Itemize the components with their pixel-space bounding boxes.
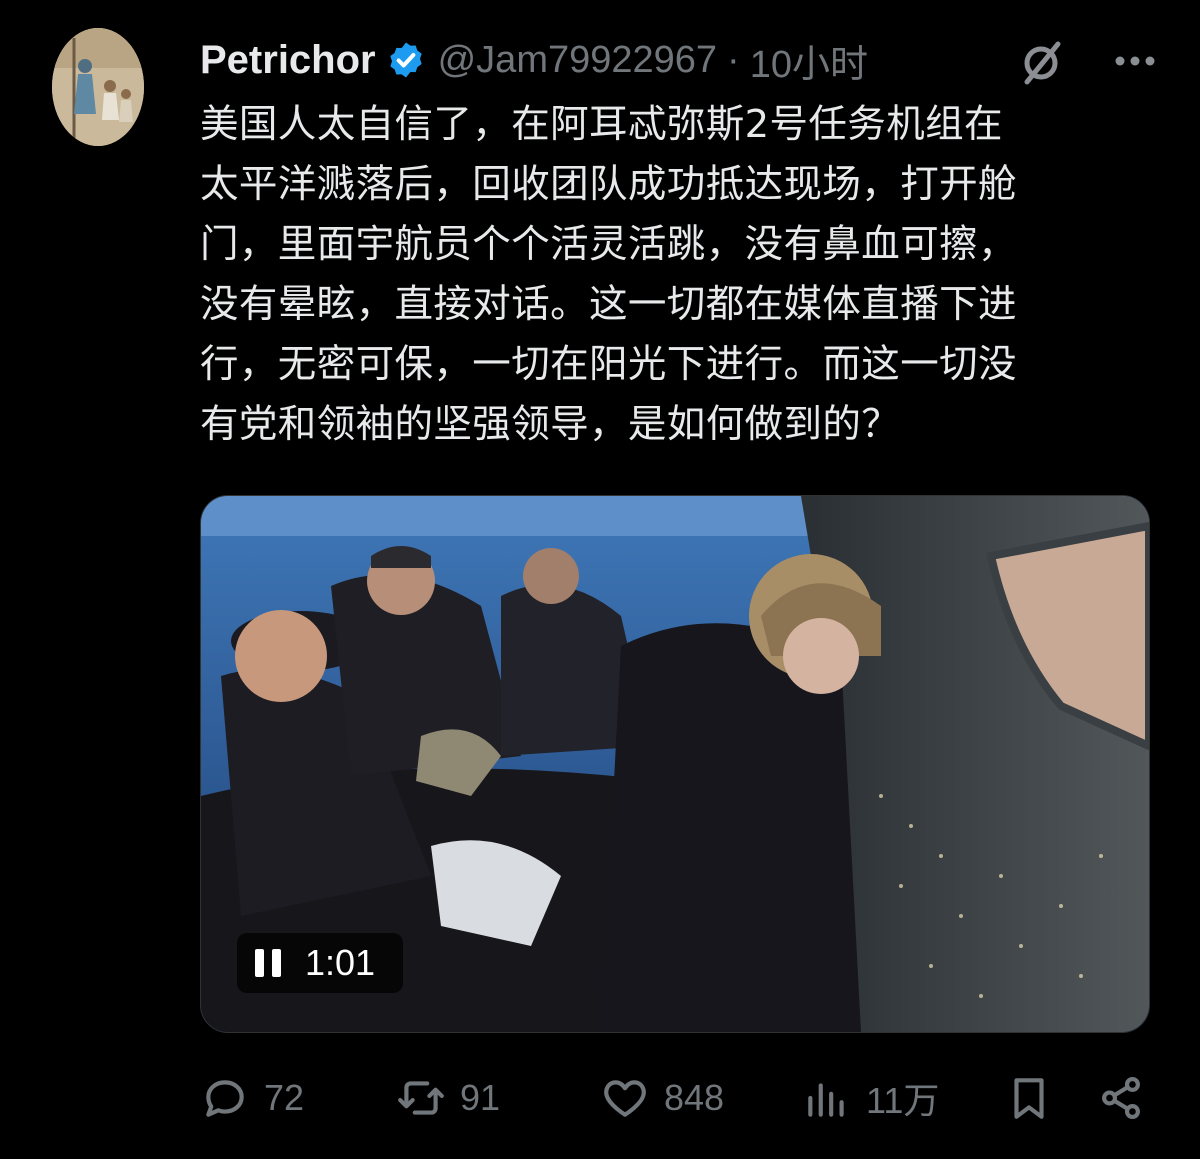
repost-icon (398, 1081, 444, 1115)
post-text-line: 行，无密可保，一切在阳光下进行。而这一切没 (200, 342, 1017, 387)
post-text-line: 门，里面宇航员个个活灵活跳，没有鼻血可擦， (200, 222, 1017, 267)
reply-icon (206, 1080, 244, 1117)
post-time[interactable]: 10小时 (750, 33, 868, 88)
author-handle[interactable]: @Jam79922967 (438, 39, 717, 82)
reply-button[interactable]: 72 (200, 1062, 304, 1134)
pause-icon[interactable] (255, 949, 281, 977)
avatar-image (52, 28, 144, 146)
video-player[interactable]: 1:01 (200, 495, 1150, 1033)
share-button[interactable] (1096, 1062, 1146, 1134)
video-duration: 1:01 (305, 942, 376, 983)
separator-dot: · (727, 38, 740, 81)
views-count: 11万 (866, 1080, 940, 1121)
like-count: 848 (664, 1077, 725, 1118)
verified-badge-icon (389, 42, 422, 78)
action-bar: 72 91 848 11万 (196, 1062, 1156, 1134)
views-icon (808, 1083, 844, 1117)
bookmark-button[interactable] (1004, 1062, 1054, 1134)
post-text-line: 有党和领袖的坚强领导，是如何做到的？ (200, 402, 901, 447)
avatar[interactable] (52, 28, 144, 146)
views-button[interactable]: 11万 (802, 1062, 939, 1134)
post-text-line: 没有晕眩，直接对话。这一切都在媒体直播下进 (200, 282, 1017, 327)
post-text-line: 美国人太自信了，在阿耳忒弥斯2号任务机组在 (200, 102, 1003, 147)
post-header: Petrichor @Jam79922967 · 10小时 (200, 32, 1160, 88)
author-name[interactable]: Petrichor (200, 38, 376, 83)
reply-count: 72 (264, 1077, 305, 1118)
like-button[interactable]: 848 (600, 1062, 724, 1134)
post-text-line: 太平洋溅落后，回收团队成功抵达现场，打开舱 (200, 162, 1017, 207)
repost-count: 91 (460, 1077, 501, 1118)
grok-icon[interactable] (1016, 38, 1066, 88)
bookmark-icon (1014, 1078, 1044, 1119)
share-icon (1102, 1076, 1140, 1120)
repost-button[interactable]: 91 (396, 1062, 500, 1134)
more-icon[interactable] (1110, 38, 1160, 84)
like-icon (604, 1080, 646, 1117)
video-controls: 1:01 (237, 933, 403, 993)
post-text: 美国人太自信了，在阿耳忒弥斯2号任务机组在 太平洋溅落后，回收团队成功抵达现场，… (200, 95, 1160, 455)
